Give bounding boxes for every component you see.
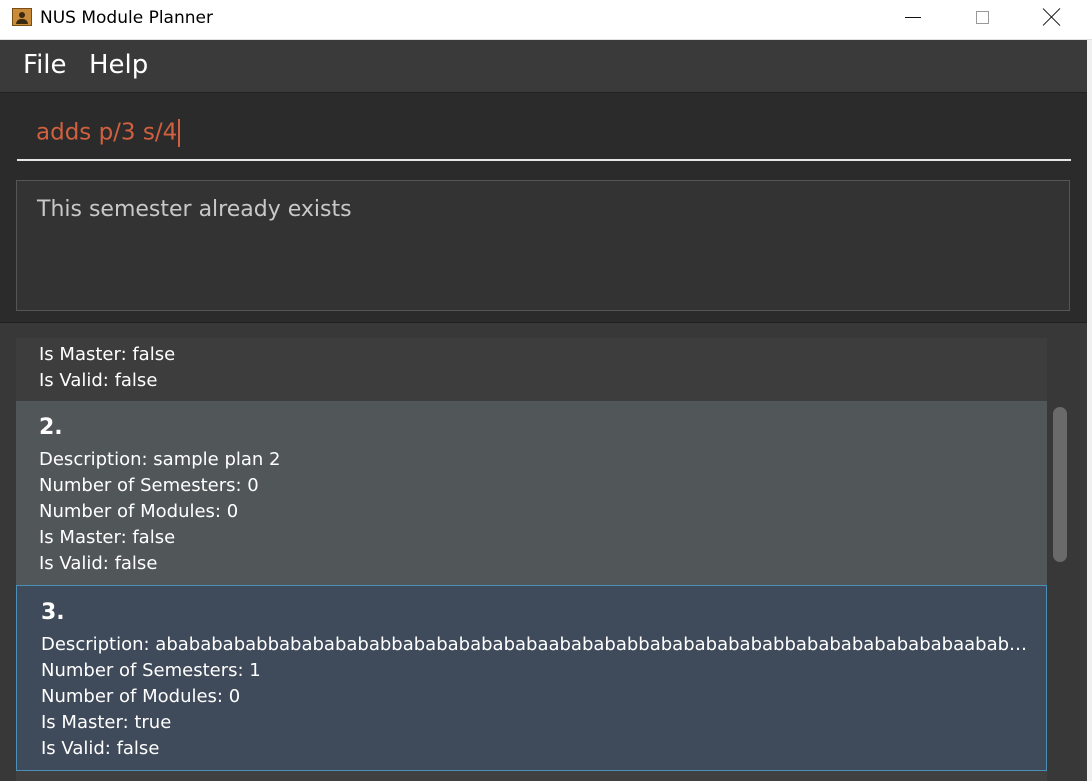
maximize-button[interactable] [952, 0, 1012, 34]
plan-modules: Number of Modules: 0 [39, 501, 239, 522]
minimize-icon [905, 16, 921, 18]
command-area: adds p/3 s/4 [0, 93, 1087, 171]
plan-is-master: Is Master: true [41, 712, 172, 733]
plan-semesters: Number of Semesters: 1 [41, 660, 261, 681]
close-button[interactable] [1022, 0, 1082, 34]
list-item[interactable]: 2. Description: sample plan 2 Number of … [16, 401, 1047, 585]
plan-is-valid: Is Valid: false [39, 370, 158, 391]
menu-help[interactable]: Help [89, 50, 148, 80]
list-item-selected[interactable]: 3. Description: abababababbabababababbab… [16, 585, 1047, 771]
list-item[interactable] [16, 771, 1047, 781]
close-icon [1043, 8, 1061, 26]
scrollbar-thumb[interactable] [1053, 407, 1067, 562]
minimize-button[interactable] [883, 0, 943, 34]
title-bar: NUS Module Planner [0, 0, 1092, 40]
command-input[interactable]: adds p/3 s/4 [17, 99, 1071, 161]
result-display: This semester already exists [16, 180, 1070, 311]
app-icon [12, 8, 32, 26]
window-edge [1087, 40, 1092, 781]
plan-number: 2. [39, 415, 63, 440]
maximize-icon [975, 10, 989, 24]
plan-description: Description: sample plan 2 [39, 449, 281, 470]
text-caret [178, 119, 181, 147]
menu-file[interactable]: File [23, 50, 67, 80]
window-title: NUS Module Planner [40, 8, 213, 28]
menu-bar: File Help [0, 40, 1087, 93]
plan-semesters: Number of Semesters: 0 [39, 475, 259, 496]
list-item[interactable]: Is Master: false Is Valid: false [16, 338, 1047, 401]
plan-is-valid: Is Valid: false [41, 738, 160, 759]
plan-description: Description: abababababbabababababbababa… [41, 634, 1031, 655]
command-text: adds p/3 s/4 [36, 119, 181, 147]
plan-modules: Number of Modules: 0 [41, 686, 241, 707]
plan-is-valid: Is Valid: false [39, 553, 158, 574]
plan-is-master: Is Master: false [39, 344, 176, 365]
result-message: This semester already exists [37, 197, 352, 222]
plan-list[interactable]: Is Master: false Is Valid: false 2. Desc… [0, 323, 1087, 781]
plan-is-master: Is Master: false [39, 527, 176, 548]
command-value: adds p/3 s/4 [36, 119, 178, 146]
plan-number: 3. [41, 600, 65, 625]
